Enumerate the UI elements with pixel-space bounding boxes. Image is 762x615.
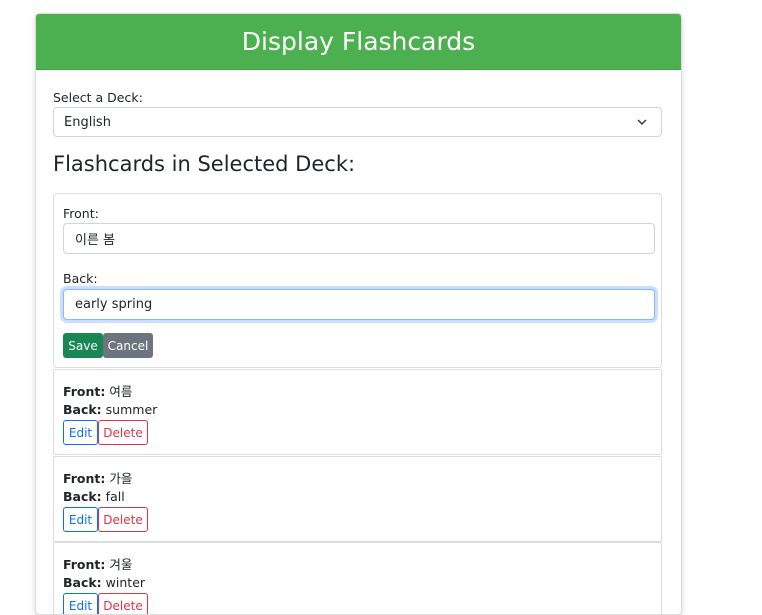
flashcard-back: Back: summer	[63, 402, 157, 417]
front-input-value: 이른 봄	[75, 233, 116, 248]
front-key: Front:	[63, 557, 106, 572]
delete-button[interactable]: Delete	[98, 507, 148, 532]
delete-button[interactable]: Delete	[98, 593, 148, 614]
flashcard-front: Front: 여름	[63, 381, 132, 400]
back-key: Back:	[63, 489, 102, 504]
deck-select[interactable]: English	[53, 107, 662, 137]
deck-select-value: English	[64, 114, 111, 130]
back-input[interactable]: early spring	[63, 289, 655, 320]
front-key: Front:	[63, 384, 106, 399]
back-input-value: early spring	[75, 297, 153, 312]
front-key: Front:	[63, 471, 106, 486]
back-key: Back:	[63, 575, 102, 590]
flashcard-edit-form: Front: 이른 봄 Back: early spring Save Canc…	[53, 193, 662, 368]
flashcard-item: Front: 가을 Back: fall Edit Delete	[53, 456, 662, 542]
back-value: summer	[105, 402, 158, 417]
page-header: Display Flashcards	[36, 14, 681, 70]
front-label: Front:	[63, 206, 99, 221]
flashcard-item: Front: 여름 Back: summer Edit Delete	[53, 369, 662, 455]
flashcard-back: Back: fall	[63, 489, 125, 504]
back-key: Back:	[63, 402, 102, 417]
save-button[interactable]: Save	[63, 333, 103, 358]
deck-select-label: Select a Deck:	[53, 90, 143, 105]
flashcard-front: Front: 겨울	[63, 554, 132, 573]
section-title: Flashcards in Selected Deck:	[53, 152, 356, 176]
page-title: Display Flashcards	[241, 27, 476, 56]
delete-button[interactable]: Delete	[98, 420, 148, 445]
flashcards-panel: Display Flashcards Select a Deck: Englis…	[35, 13, 682, 615]
front-input[interactable]: 이른 봄	[63, 223, 655, 254]
chevron-down-icon	[637, 119, 647, 126]
edit-button[interactable]: Edit	[63, 420, 98, 445]
edit-button[interactable]: Edit	[63, 507, 98, 532]
front-value: 가을	[109, 471, 133, 486]
flashcard-item: Front: 겨울 Back: winter Edit Delete	[53, 542, 662, 614]
front-value: 겨울	[109, 557, 133, 572]
back-value: winter	[105, 575, 146, 590]
flashcard-back: Back: winter	[63, 575, 145, 590]
cancel-button[interactable]: Cancel	[103, 333, 153, 358]
back-value: fall	[105, 489, 125, 504]
back-label: Back:	[63, 271, 98, 286]
edit-button[interactable]: Edit	[63, 593, 98, 614]
flashcard-front: Front: 가을	[63, 468, 132, 487]
front-value: 여름	[109, 384, 133, 399]
